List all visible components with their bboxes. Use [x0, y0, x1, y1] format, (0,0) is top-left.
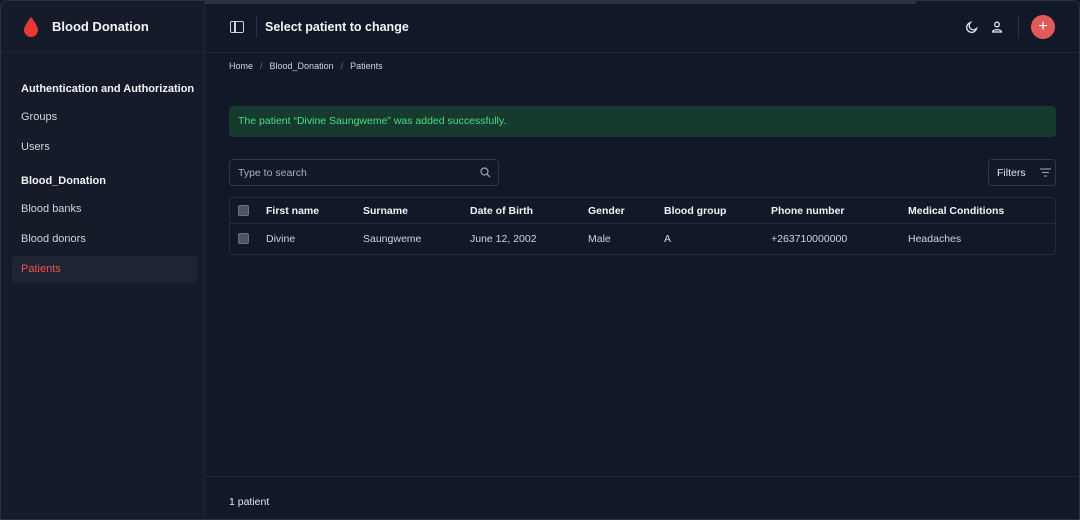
add-patient-button[interactable]: +	[1031, 15, 1055, 39]
brand-title: Blood Donation	[52, 19, 149, 34]
breadcrumb-separator: /	[340, 61, 344, 71]
sidebar-toggle-icon[interactable]	[230, 20, 244, 33]
moon-icon[interactable]	[965, 20, 979, 34]
app-window: Blood Donation Authentication and Author…	[0, 0, 1080, 520]
breadcrumb: Home / Blood_Donation / Patients	[229, 61, 383, 71]
sidebar-item-users[interactable]: Users	[12, 134, 197, 161]
success-alert: The patient “Divine Saungweme” was added…	[229, 106, 1056, 137]
sidebar-item-groups[interactable]: Groups	[12, 104, 197, 131]
select-all-checkbox[interactable]	[238, 205, 249, 216]
filters-label: Filters	[997, 166, 1026, 179]
breadcrumb-home[interactable]: Home	[229, 61, 253, 71]
header-divider-right	[1018, 16, 1019, 38]
results-footer: 1 patient	[205, 476, 1079, 519]
cell-date-of-birth: June 12, 2002	[470, 233, 537, 245]
table-header-row: First name Surname Date of Birth Gender …	[230, 198, 1055, 224]
main-content: Home / Blood_Donation / Patients The pat…	[205, 53, 1079, 519]
header-divider	[256, 15, 257, 38]
breadcrumb-blood-donation[interactable]: Blood_Donation	[270, 61, 334, 71]
table-row: Divine Saungweme June 12, 2002 Male A +2…	[230, 224, 1055, 254]
nav-section-blood-donation: Blood_Donation	[21, 175, 106, 187]
search-input[interactable]	[230, 166, 480, 179]
column-header-phone-number[interactable]: Phone number	[771, 198, 845, 224]
column-header-surname[interactable]: Surname	[363, 198, 408, 224]
patients-table: First name Surname Date of Birth Gender …	[229, 197, 1056, 255]
sidebar-item-blood-banks[interactable]: Blood banks	[12, 196, 197, 223]
search-box	[229, 159, 499, 186]
search-icon[interactable]	[480, 167, 491, 178]
breadcrumb-separator: /	[260, 61, 263, 71]
row-checkbox[interactable]	[238, 233, 249, 244]
blood-drop-icon	[24, 16, 38, 37]
filters-button[interactable]: Filters	[988, 159, 1056, 186]
sidebar-item-patients[interactable]: Patients	[12, 256, 197, 283]
cell-gender: Male	[588, 233, 611, 245]
cell-phone-number: +263710000000	[771, 233, 848, 245]
sidebar: Blood Donation Authentication and Author…	[1, 1, 205, 519]
column-header-date-of-birth[interactable]: Date of Birth	[470, 198, 533, 224]
column-header-gender[interactable]: Gender	[588, 198, 625, 224]
result-count: 1 patient	[229, 496, 270, 508]
sidebar-item-blood-donors[interactable]: Blood donors	[12, 226, 197, 253]
page-title: Select patient to change	[265, 19, 409, 34]
column-header-first-name[interactable]: First name	[266, 198, 319, 224]
plus-icon: +	[1038, 18, 1048, 35]
column-header-blood-group[interactable]: Blood group	[664, 198, 726, 224]
filter-icon	[1039, 168, 1051, 177]
nav-section-auth: Authentication and Authorization	[21, 83, 195, 95]
brand[interactable]: Blood Donation	[1, 1, 204, 53]
user-icon[interactable]	[990, 20, 1004, 34]
cell-blood-group: A	[664, 233, 672, 245]
breadcrumb-patients: Patients	[350, 61, 383, 71]
cell-first-name[interactable]: Divine	[266, 224, 295, 254]
header-actions: +	[954, 1, 1055, 53]
cell-medical-conditions: Headaches	[908, 233, 962, 245]
top-header: Select patient to change +	[205, 1, 1079, 53]
cell-surname: Saungweme	[363, 233, 422, 245]
column-header-medical-conditions[interactable]: Medical Conditions	[908, 198, 1004, 224]
